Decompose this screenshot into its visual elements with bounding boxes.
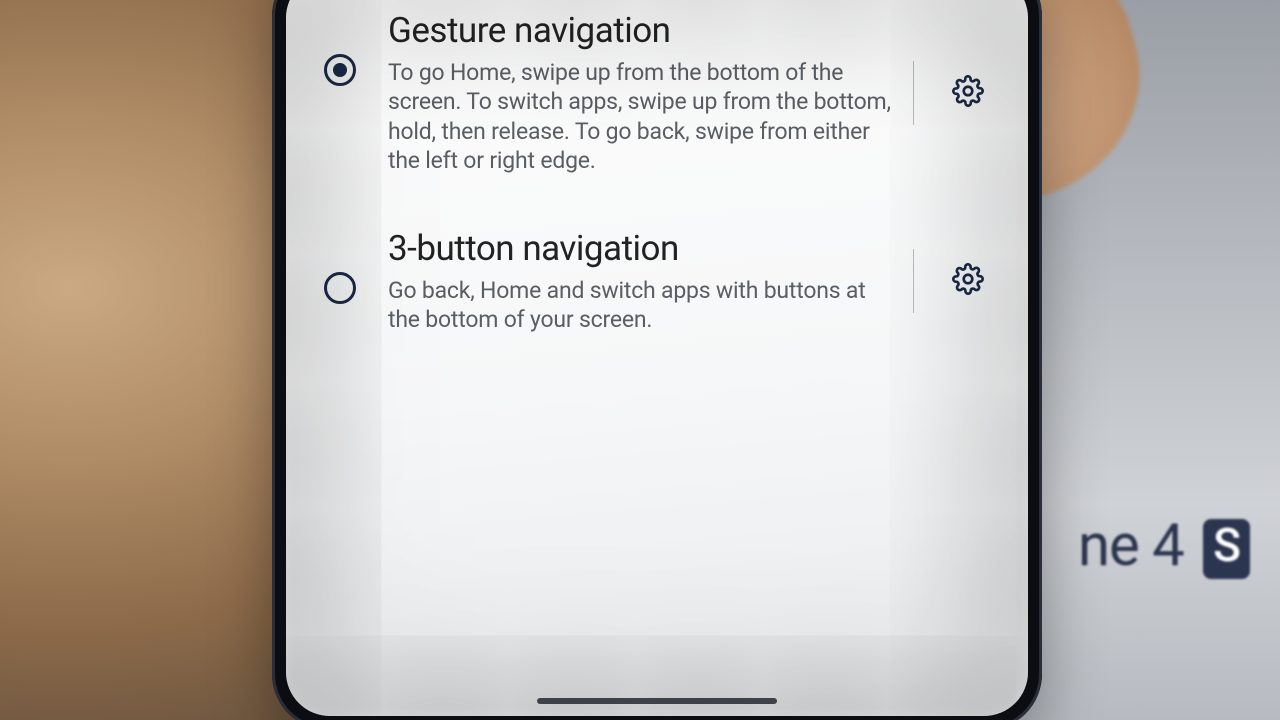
- gesture-settings-button[interactable]: [936, 75, 1000, 111]
- radio-three-button[interactable]: [324, 272, 356, 304]
- option-title: 3-button navigation: [388, 228, 891, 270]
- box-text: ne 4: [1078, 512, 1184, 580]
- option-gesture-navigation[interactable]: Gesture navigation To go Home, swipe up …: [314, 0, 1000, 210]
- divider: [913, 249, 914, 313]
- phone-frame: Gesture navigation To go Home, swipe up …: [272, 0, 1042, 720]
- radio-col: [314, 228, 366, 304]
- text-col: 3-button navigation Go back, Home and sw…: [388, 228, 891, 335]
- photo-scene: ne 4 S Gesture navigation To go Home, sw…: [0, 0, 1280, 720]
- box-suffix: S: [1203, 519, 1250, 579]
- three-button-settings-button[interactable]: [936, 263, 1000, 299]
- background-box-label: ne 4 S: [1078, 512, 1250, 580]
- gear-icon: [952, 263, 984, 299]
- option-description: To go Home, swipe up from the bottom of …: [388, 58, 891, 176]
- radio-gesture[interactable]: [324, 54, 356, 86]
- radio-col: [314, 10, 366, 86]
- navigation-mode-list: Gesture navigation To go Home, swipe up …: [286, 0, 1028, 369]
- text-col: Gesture navigation To go Home, swipe up …: [388, 10, 891, 176]
- gesture-nav-pill[interactable]: [537, 698, 777, 704]
- gear-icon: [952, 75, 984, 111]
- option-title: Gesture navigation: [388, 10, 891, 52]
- option-three-button-navigation[interactable]: 3-button navigation Go back, Home and sw…: [314, 210, 1000, 369]
- divider: [913, 61, 914, 125]
- option-description: Go back, Home and switch apps with butto…: [388, 276, 891, 335]
- phone-screen: Gesture navigation To go Home, swipe up …: [286, 0, 1028, 716]
